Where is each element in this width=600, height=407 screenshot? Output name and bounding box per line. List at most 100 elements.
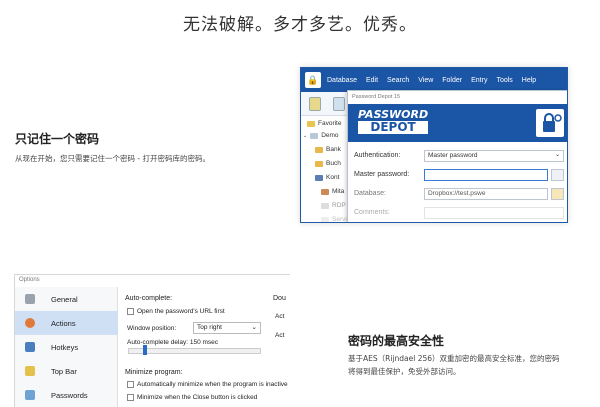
- menu-help[interactable]: Help: [522, 77, 536, 84]
- window-position-value: Top right: [197, 324, 222, 331]
- section-text-security-line2: 将得到最佳保护，免受外部访问。: [348, 367, 461, 376]
- tree-label: Servi: [332, 216, 347, 223]
- tree-label: Buch: [326, 160, 341, 167]
- minimize-header: Minimize program:: [125, 369, 183, 376]
- minimize-close-label: Minimize when the Close button is clicke…: [137, 394, 258, 402]
- menu-bar: 🔒 Database Edit Search View Folder Entry…: [301, 68, 567, 92]
- section-title-security: 密码的最高安全性: [348, 334, 445, 348]
- folder-icon: [315, 146, 323, 153]
- nav-label: General: [51, 294, 78, 304]
- window-position-select[interactable]: Top right ⌄: [193, 322, 261, 334]
- lock-icon: [536, 109, 564, 137]
- checkbox[interactable]: [127, 308, 134, 315]
- nav-label: Top Bar: [51, 366, 77, 376]
- comments-field[interactable]: [424, 207, 564, 219]
- nav-item-top-bar[interactable]: Top Bar: [15, 359, 118, 383]
- checkbox[interactable]: [127, 381, 134, 388]
- options-window: Options General Actions Hotkeys Top Bar …: [14, 274, 290, 407]
- slider-thumb[interactable]: [143, 345, 147, 355]
- new-entry-icon[interactable]: [333, 97, 345, 111]
- folder-icon: [315, 174, 323, 181]
- database-icon[interactable]: [309, 97, 321, 111]
- gear-icon: [25, 294, 35, 304]
- minimize-inactive-row[interactable]: Automatically minimize when the program …: [127, 381, 288, 388]
- tree-item-demo[interactable]: ⌄ Demo: [303, 132, 339, 139]
- folder-icon: [321, 216, 329, 222]
- master-password-label: Master password:: [354, 171, 410, 178]
- password-depot-logo: PASSWORD DEPOT: [358, 108, 429, 134]
- database-path-field[interactable]: Dropbox://test.pswe: [424, 188, 548, 200]
- section-text-security-line1: 基于AES（Rijndael 256）双重加密的最高安全标准，您的密码: [348, 354, 560, 363]
- tree-label: RDP: [332, 202, 346, 209]
- section-text-one-password: 从现在开始，您只需要记住一个密码 - 打开密码库的密码。: [15, 154, 210, 163]
- password-depot-window: 🔒 Database Edit Search View Folder Entry…: [300, 67, 568, 223]
- master-password-input[interactable]: [424, 169, 548, 181]
- tree-item-mita[interactable]: Mita: [321, 188, 344, 195]
- keyboard-icon[interactable]: [551, 169, 564, 181]
- chevron-down-icon: ⌄: [554, 152, 560, 158]
- nav-label: Actions: [51, 318, 76, 328]
- keyboard-icon: [25, 342, 35, 352]
- topbar-icon: [25, 366, 35, 376]
- chevron-down-icon: ⌄: [303, 132, 308, 139]
- right-action-1: Act: [275, 313, 285, 320]
- menu-view[interactable]: View: [418, 77, 433, 84]
- authentication-select[interactable]: Master password ⌄: [424, 150, 564, 162]
- star-icon: [307, 120, 315, 127]
- menu-search[interactable]: Search: [387, 77, 409, 84]
- tree-label: Mita: [332, 188, 345, 195]
- right-group-header: Dou: [273, 295, 286, 302]
- options-title: Options: [19, 277, 40, 283]
- tree-label: Demo: [321, 132, 339, 139]
- dialog-title: Password Depot 15: [348, 91, 567, 103]
- checkbox[interactable]: [127, 394, 134, 401]
- menu-database[interactable]: Database: [327, 77, 357, 84]
- logo-line2: DEPOT: [358, 121, 429, 134]
- nav-item-passwords[interactable]: Passwords: [15, 383, 118, 407]
- autocomplete-header: Auto-complete:: [125, 295, 173, 302]
- menu-tools[interactable]: Tools: [496, 77, 512, 84]
- tree-item-servi[interactable]: Servi: [321, 216, 347, 223]
- minimize-inactive-label: Automatically minimize when the program …: [137, 381, 288, 389]
- folder-tree: Favorite ⌄ Demo Bank Buch Kont Mita RDP S…: [301, 116, 351, 223]
- auth-label: Authentication:: [354, 152, 401, 159]
- open-url-label: Open the password's URL first: [137, 308, 225, 316]
- nav-label: Hotkeys: [51, 342, 79, 352]
- comments-label: Comments:: [354, 209, 390, 216]
- tree-item-bank[interactable]: Bank: [315, 146, 341, 153]
- minimize-close-row[interactable]: Minimize when the Close button is clicke…: [127, 394, 257, 401]
- tree-item-kont[interactable]: Kont: [315, 174, 339, 181]
- tree-label: Bank: [326, 146, 341, 153]
- section-title-one-password: 只记住一个密码: [15, 132, 100, 146]
- app-logo-icon: 🔒: [305, 72, 321, 88]
- tree-item-rdp[interactable]: RDP: [321, 202, 346, 209]
- autocomplete-delay-label: Auto-complete delay: 150 msec: [127, 339, 219, 346]
- key-icon: [25, 390, 35, 400]
- tree-label: Favorite: [318, 120, 342, 127]
- main-menu: Database Edit Search View Folder Entry T…: [327, 68, 536, 92]
- tree-item-buch[interactable]: Buch: [315, 160, 341, 167]
- nav-item-hotkeys[interactable]: Hotkeys: [15, 335, 118, 359]
- menu-edit[interactable]: Edit: [366, 77, 378, 84]
- login-dialog: Password Depot 15 PASSWORD DEPOT Authent…: [347, 90, 567, 222]
- folder-icon: [321, 202, 329, 209]
- database-label: Database:: [354, 190, 386, 197]
- folder-open-icon[interactable]: [551, 188, 564, 200]
- chevron-down-icon: ⌄: [251, 324, 257, 331]
- tree-item-favorites[interactable]: Favorite: [307, 120, 341, 127]
- options-nav: General Actions Hotkeys Top Bar Password…: [15, 287, 118, 407]
- nav-item-general[interactable]: General: [15, 287, 118, 311]
- open-url-checkbox-row[interactable]: Open the password's URL first: [127, 308, 225, 315]
- menu-folder[interactable]: Folder: [442, 77, 462, 84]
- tree-label: Kont: [326, 174, 340, 181]
- dialog-banner: PASSWORD DEPOT: [348, 104, 567, 142]
- hero-title: 无法破解。多才多艺。优秀。: [183, 15, 417, 35]
- autocomplete-delay-slider[interactable]: [128, 348, 261, 354]
- nav-item-actions[interactable]: Actions: [15, 311, 118, 335]
- nav-label: Passwords: [51, 390, 88, 400]
- menu-entry[interactable]: Entry: [471, 77, 487, 84]
- user-icon: [321, 188, 329, 195]
- auth-value: Master password: [428, 152, 478, 159]
- actions-icon: [25, 318, 35, 328]
- database-icon: [310, 132, 319, 139]
